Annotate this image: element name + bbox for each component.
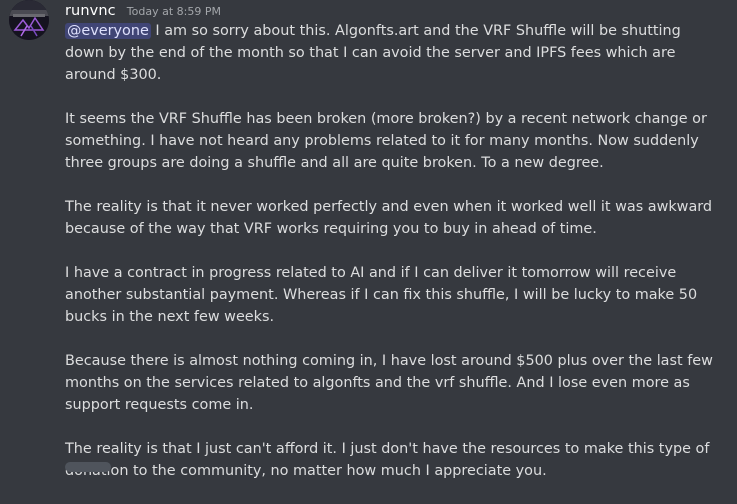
message-paragraph: I have a contract in progress related to… [65, 265, 698, 325]
everyone-mention[interactable]: @everyone [65, 23, 151, 39]
avatar-image [9, 0, 49, 40]
reaction-button[interactable] [65, 462, 111, 472]
message-header: runvnc Today at 8:59 PM [65, 0, 221, 20]
message-paragraph: The reality is that I just can't afford … [65, 441, 710, 479]
message-text: I am so sorry about this. Algonfts.art a… [65, 23, 681, 83]
message-paragraph: Because there is almost nothing coming i… [65, 353, 713, 413]
message-timestamp[interactable]: Today at 8:59 PM [127, 5, 221, 18]
message-content: @everyone I am so sorry about this. Algo… [65, 20, 715, 504]
message-paragraph: The reality is that it never worked perf… [65, 199, 713, 237]
author-name[interactable]: runvnc [65, 3, 116, 19]
avatar[interactable] [9, 0, 49, 40]
message-paragraph: @everyone I am so sorry about this. Algo… [65, 20, 715, 86]
message-paragraph: It seems the VRF Shuffle has been broken… [65, 111, 707, 171]
chat-message: runvnc Today at 8:59 PM @everyone I am s… [0, 0, 737, 479]
